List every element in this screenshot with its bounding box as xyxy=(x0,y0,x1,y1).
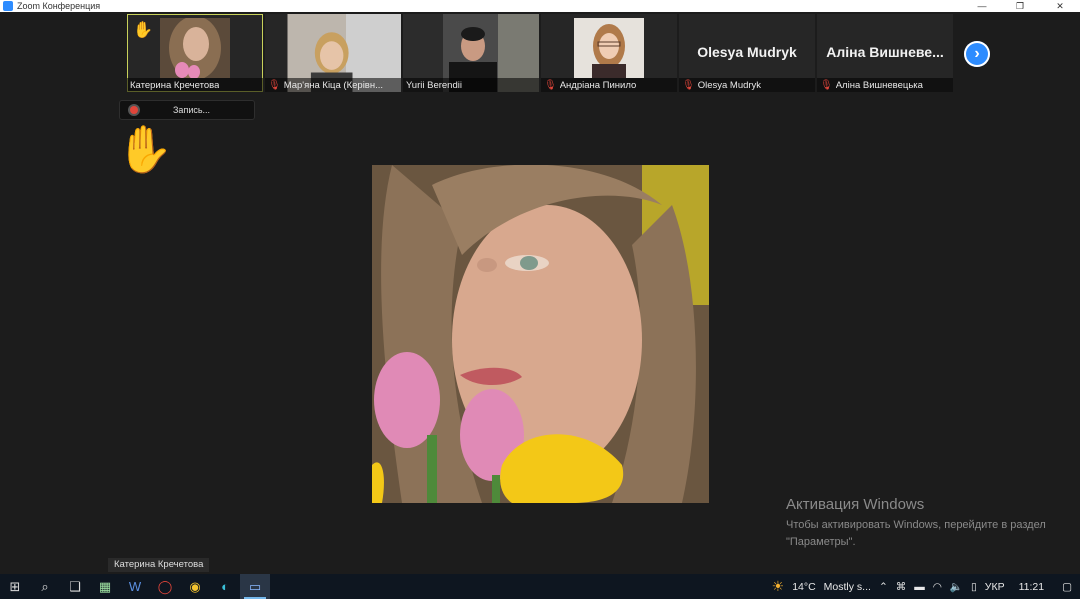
notifications-icon[interactable]: ▢ xyxy=(1062,581,1072,593)
participant-namebar: 🎙 Olesya Mudryk xyxy=(679,78,815,92)
participant-name: Андріана Пинило xyxy=(559,79,637,91)
task-view-button[interactable]: ❑ xyxy=(60,574,90,599)
participant-video xyxy=(160,18,230,78)
window-title: Zoom Конференция xyxy=(17,1,101,11)
restore-button[interactable]: ❐ xyxy=(1005,0,1035,12)
participant-name: Катерина Кречетова xyxy=(130,79,220,91)
participant-tile-3[interactable]: Yurii Berendii xyxy=(403,14,539,92)
participant-tile-6[interactable]: Аліна Вишневе... 🎙 Аліна Вишневецька xyxy=(817,14,953,92)
participant-namebar: Катерина Кречетова xyxy=(127,78,263,92)
participant-name: Аліна Вишневецька xyxy=(835,79,923,91)
window-titlebar: Zoom Конференция — ❐ ✕ xyxy=(0,0,1080,12)
recording-label: Запись... xyxy=(173,105,211,115)
search-button[interactable]: ⌕ xyxy=(30,574,60,599)
word-app-button[interactable]: W xyxy=(120,574,150,599)
participant-video xyxy=(574,18,644,78)
close-button[interactable]: ✕ xyxy=(1045,0,1075,12)
participant-namebar: 🎙 Аліна Вишневецька xyxy=(817,78,953,92)
clock[interactable]: 11:21 xyxy=(1019,581,1045,593)
participant-display-name: Аліна Вишневе... xyxy=(826,44,944,60)
zoom-app-button[interactable]: ▭ xyxy=(240,574,270,599)
participant-namebar: 🎙 Андріана Пинило xyxy=(541,78,677,92)
participant-name: Yurii Berendii xyxy=(406,79,462,91)
chrome-icon: ◉ xyxy=(189,578,201,594)
participant-tile-4[interactable]: 🎙 Андріана Пинило xyxy=(541,14,677,92)
activation-subtext: Чтобы активировать Windows, перейдите в … xyxy=(786,519,1046,548)
language-indicator[interactable]: УКР xyxy=(985,581,1005,593)
network-icon[interactable]: ⌘ xyxy=(896,581,907,593)
windows-taskbar: ⊞ ⌕ ❑ ▦ W ◯ ◉ ◐ ▭ ☀ 14°C Mostly s... ⌃ ⌘… xyxy=(0,574,1080,599)
participant-tile-2[interactable]: 🎙 Мар'яна Кіца (Керівн... xyxy=(265,14,401,92)
participant-name: Olesya Mudryk xyxy=(697,79,762,91)
word-icon: W xyxy=(128,579,142,594)
minimize-button[interactable]: — xyxy=(967,0,997,12)
next-page-button[interactable]: › xyxy=(964,41,990,67)
participant-strip: ✋ Катерина Кречетова 🎙 Мар'яна Кіца (Кер… xyxy=(127,14,953,92)
participant-namebar: Yurii Berendii xyxy=(403,78,539,92)
chevron-right-icon: › xyxy=(974,45,980,62)
weather-text[interactable]: Mostly s... xyxy=(824,581,871,593)
search-icon: ⌕ xyxy=(41,578,49,594)
edge-app-button[interactable]: ◐ xyxy=(210,574,240,599)
wifi-icon[interactable]: ◠ xyxy=(933,581,942,593)
participant-tile-1[interactable]: ✋ Катерина Кречетова xyxy=(127,14,263,92)
usb-icon[interactable]: ▯ xyxy=(971,581,977,593)
opera-app-button[interactable]: ◯ xyxy=(150,574,180,599)
raised-hand-icon: ✋ xyxy=(116,123,174,175)
start-button[interactable]: ⊞ xyxy=(0,574,30,599)
participant-tile-5[interactable]: Olesya Mudryk 🎙 Olesya Mudryk xyxy=(679,14,815,92)
participant-display-name: Olesya Mudryk xyxy=(697,44,797,60)
record-dot-icon xyxy=(130,106,138,114)
zoom-app-icon xyxy=(3,1,13,11)
recording-indicator[interactable]: Запись... xyxy=(119,100,255,120)
system-tray: ☀ 14°C Mostly s... ⌃ ⌘ ▬ ◠ 🔈 ▯ УКР 11:21… xyxy=(768,574,1080,599)
calendar-icon: ▦ xyxy=(98,578,112,594)
participant-tooltip: Катерина Кречетова xyxy=(108,558,210,572)
volume-icon[interactable]: 🔈 xyxy=(950,580,963,593)
battery-icon[interactable]: ▬ xyxy=(914,581,925,593)
opera-icon: ◯ xyxy=(157,578,173,594)
weather-icon[interactable]: ☀ xyxy=(772,578,785,595)
activation-heading: Активация Windows xyxy=(786,496,925,513)
chrome-app-button[interactable]: ◉ xyxy=(180,574,210,599)
muted-mic-icon: 🎙 xyxy=(268,79,281,91)
chevron-up-icon[interactable]: ⌃ xyxy=(879,581,888,593)
participant-namebar: 🎙 Мар'яна Кіца (Керівн... xyxy=(265,78,401,92)
muted-mic-icon: 🎙 xyxy=(682,79,695,91)
meeting-area: ✋ Катерина Кречетова 🎙 Мар'яна Кіца (Кер… xyxy=(0,12,1080,574)
participant-name: Мар'яна Кіца (Керівн... xyxy=(283,79,384,91)
windows-logo-icon: ⊞ xyxy=(9,578,21,594)
zoom-icon: ▭ xyxy=(248,578,262,594)
calendar-app-button[interactable]: ▦ xyxy=(90,574,120,599)
muted-mic-icon: 🎙 xyxy=(820,79,833,91)
raised-hand-icon: ✋ xyxy=(133,22,153,39)
weather-temp[interactable]: 14°C xyxy=(792,581,815,593)
edge-icon: ◐ xyxy=(221,579,229,594)
windows-activation-watermark: Активация Windows Чтобы активировать Win… xyxy=(786,496,1056,551)
task-view-icon: ❑ xyxy=(69,578,81,594)
active-speaker-video xyxy=(372,165,709,503)
muted-mic-icon: 🎙 xyxy=(544,79,557,91)
